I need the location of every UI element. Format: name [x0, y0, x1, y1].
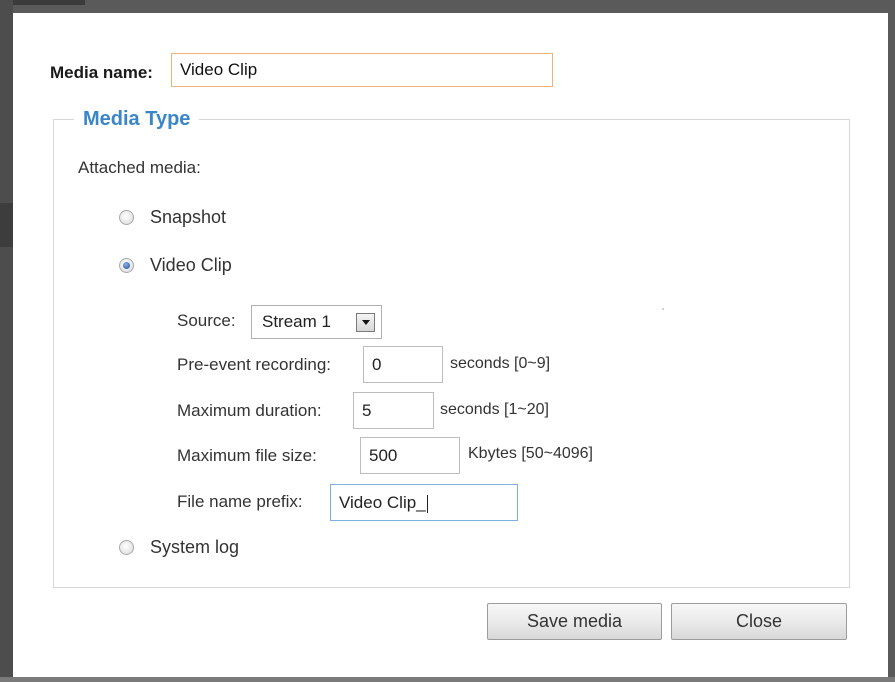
text-cursor [426, 494, 428, 513]
media-name-label: Media name: [50, 63, 153, 82]
max-duration-hint: seconds [1~20] [440, 401, 549, 418]
file-prefix-input[interactable]: Video Clip_ [330, 484, 518, 521]
max-file-size-input[interactable]: 500 [360, 437, 460, 474]
save-media-button[interactable]: Save media [487, 603, 662, 640]
max-duration-input[interactable]: 5 [353, 392, 434, 429]
max-file-size-hint: Kbytes [50~4096] [468, 445, 593, 462]
pre-event-label: Pre-event recording: [177, 355, 332, 374]
dust-speck [662, 308, 664, 310]
window-frame-bottom [0, 677, 895, 682]
radio-video-clip[interactable]: Video Clip [119, 255, 232, 276]
source-select[interactable]: Stream 1 [251, 305, 382, 339]
source-label: Source: [177, 311, 236, 330]
window-frame-accent [13, 0, 85, 5]
radio-button-icon[interactable] [119, 210, 134, 225]
source-select-value: Stream 1 [262, 312, 331, 331]
file-prefix-value: Video Clip_ [339, 493, 426, 512]
radio-system-log[interactable]: System log [119, 537, 239, 558]
window-frame-right [888, 0, 895, 682]
media-dialog: Media name: Video Clip Media Type Attach… [13, 13, 888, 677]
radio-label-video-clip: Video Clip [150, 255, 232, 275]
radio-snapshot[interactable]: Snapshot [119, 207, 226, 228]
window-frame-left [0, 0, 13, 682]
window-frame-notch [0, 203, 13, 247]
close-button[interactable]: Close [671, 603, 847, 640]
radio-button-selected-icon[interactable] [119, 258, 134, 273]
window-frame-top [0, 0, 895, 13]
media-name-input[interactable]: Video Clip [171, 53, 553, 87]
media-type-legend: Media Type [83, 108, 191, 130]
radio-button-icon[interactable] [119, 540, 134, 555]
radio-label-system-log: System log [150, 537, 240, 557]
pre-event-input[interactable]: 0 [363, 346, 443, 383]
pre-event-hint: seconds [0~9] [450, 355, 551, 372]
dropdown-arrow-icon[interactable] [356, 312, 375, 332]
attached-media-label: Attached media: [78, 158, 201, 177]
file-prefix-label: File name prefix: [177, 492, 303, 511]
max-file-size-label: Maximum file size: [177, 446, 317, 465]
radio-label-snapshot: Snapshot [150, 207, 227, 227]
max-duration-label: Maximum duration: [177, 401, 322, 420]
